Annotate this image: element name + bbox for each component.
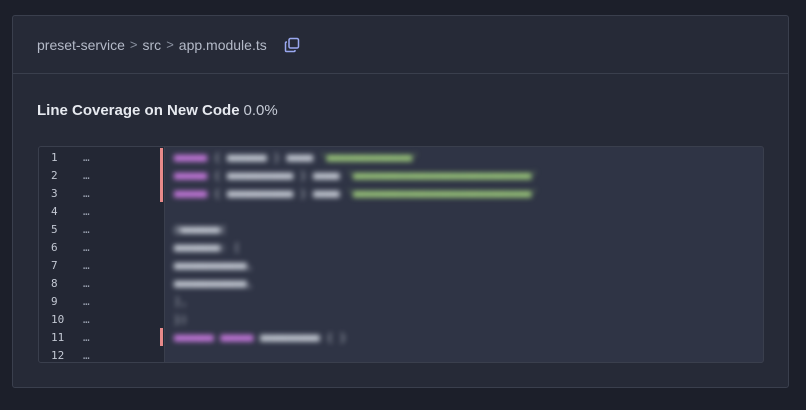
code-gutter: 1… 2… 3… 4… 5… 6… 7… 8… 9… 10… 11… 12… [39,147,165,362]
line-number: 6 [51,241,58,254]
line-dots[interactable]: … [83,167,90,185]
line-number: 7 [51,259,58,272]
gutter-line: 4… [39,203,165,221]
line-dots[interactable]: … [83,149,90,167]
breadcrumb-separator: > [166,37,174,52]
line-dots[interactable]: … [83,275,90,293]
line-number: 11 [51,331,65,344]
line-dots[interactable]: … [83,257,90,275]
gutter-line: 8… [39,275,165,293]
gutter-line: 6… [39,239,165,257]
line-number: 2 [51,169,58,182]
gutter-line: 10 … [39,311,165,329]
uncovered-line-marker [160,328,163,346]
copy-icon [284,37,299,52]
line-dots[interactable]: … [83,311,90,329]
breadcrumb-item-file[interactable]: app.module.ts [179,37,267,53]
gutter-line: 9… [39,293,165,311]
line-number: 12 [51,349,65,362]
line-dots[interactable]: … [83,185,90,203]
file-header: preset-service > src > app.module.ts [13,16,788,74]
breadcrumb-separator: > [129,37,138,52]
breadcrumb: preset-service > src > app.module.ts [37,37,267,53]
line-dots[interactable]: … [83,347,90,362]
line-number: 9 [51,295,58,308]
uncovered-line-marker [160,148,163,166]
file-card: preset-service > src > app.module.ts Lin… [12,15,789,388]
coverage-value: 0.0% [243,102,278,119]
uncovered-line-marker [160,166,163,184]
line-number: 5 [51,223,58,236]
line-dots[interactable]: … [83,293,90,311]
coverage-summary: Line Coverage on New Code 0.0% [37,102,278,119]
line-number: 10 [51,313,65,326]
gutter-line: 1… [39,149,165,167]
line-dots[interactable]: … [83,203,90,221]
gutter-line: 12 … [39,347,165,362]
code-viewer: 1… 2… 3… 4… 5… 6… 7… 8… 9… 10… 11… 12… ■… [38,146,764,363]
line-number: 3 [51,187,58,200]
line-dots[interactable]: … [83,221,90,239]
line-dots[interactable]: … [83,239,90,257]
gutter-line: 11 … [39,329,165,347]
gutter-line: 5… [39,221,165,239]
gutter-line: 7… [39,257,165,275]
line-number: 8 [51,277,58,290]
uncovered-line-marker [160,184,163,202]
gutter-line: 2… [39,167,165,185]
line-number: 4 [51,205,58,218]
line-dots[interactable]: … [83,329,90,347]
coverage-label: Line Coverage on New Code [37,102,240,119]
breadcrumb-item-project[interactable]: preset-service [37,37,125,53]
copy-path-button[interactable] [283,36,301,54]
line-number: 1 [51,151,58,164]
gutter-line: 3… [39,185,165,203]
breadcrumb-item-folder[interactable]: src [143,37,162,53]
